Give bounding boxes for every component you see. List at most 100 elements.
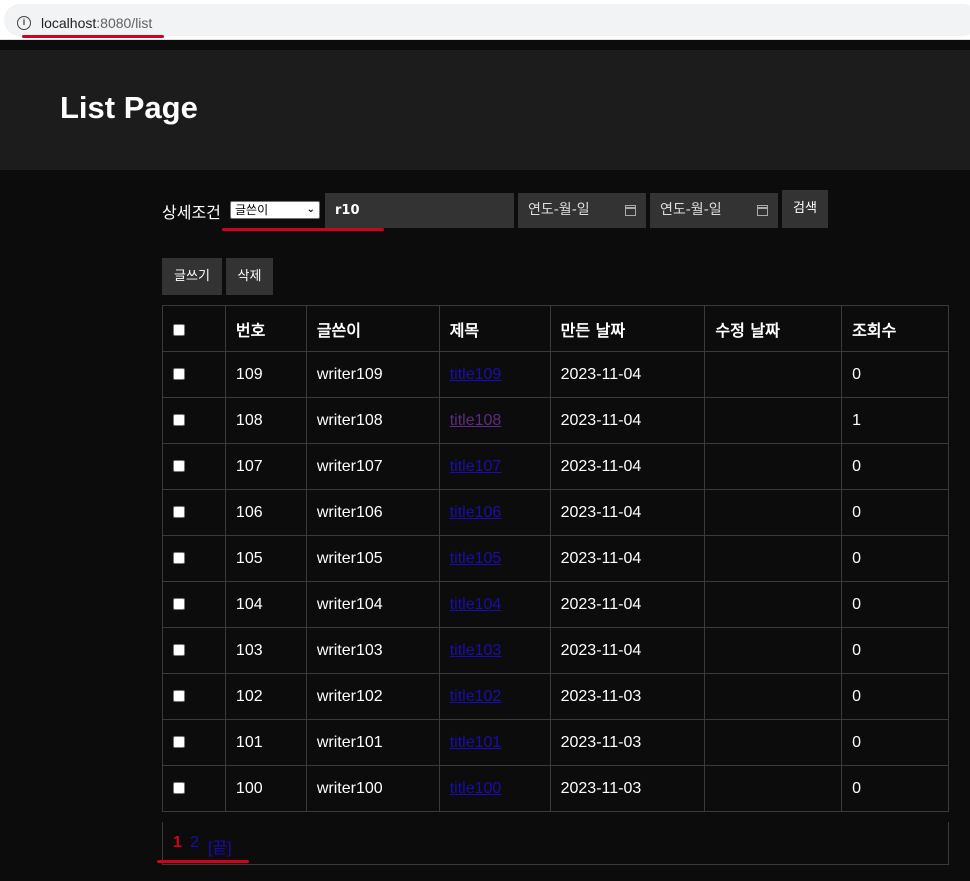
row-title-cell: title106: [438, 489, 551, 536]
row-number: 107: [224, 443, 307, 490]
row-number: 104: [224, 581, 307, 628]
table-row: 102 writer102 title102 2023-11-03 0: [162, 673, 949, 720]
row-created: 2023-11-03: [549, 719, 706, 766]
row-modified: [704, 397, 843, 444]
table-header-row: 번호 글쓴이 제목 만든 날짜 수정 날짜 조회수: [162, 305, 949, 352]
row-checkbox[interactable]: [173, 782, 185, 795]
date-from-input[interactable]: 연도-월-일: [518, 193, 646, 228]
page-2-link[interactable]: 2: [190, 834, 199, 852]
row-modified: [704, 351, 843, 398]
page-current: 1: [173, 834, 182, 851]
row-select-cell: [162, 443, 226, 490]
row-title-cell: title105: [438, 535, 551, 582]
row-created: 2023-11-03: [549, 765, 706, 812]
post-table: 번호 글쓴이 제목 만든 날짜 수정 날짜 조회수 109 writer109 ti…: [162, 305, 949, 812]
row-writer: writer109: [305, 351, 440, 398]
header-created: 만든 날짜: [549, 305, 706, 352]
search-input[interactable]: [325, 193, 514, 228]
row-number: 105: [224, 535, 307, 582]
row-title-link[interactable]: title101: [450, 734, 502, 751]
row-number: 101: [224, 719, 307, 766]
row-checkbox[interactable]: [173, 414, 185, 427]
row-created: 2023-11-03: [549, 673, 706, 720]
table-row: 101 writer101 title101 2023-11-03 0: [162, 719, 949, 766]
row-checkbox[interactable]: [173, 460, 185, 473]
row-created: 2023-11-04: [549, 627, 706, 674]
row-select-cell: [162, 535, 226, 582]
row-select-cell: [162, 397, 226, 444]
row-modified: [704, 719, 843, 766]
row-title-cell: title109: [438, 351, 551, 398]
url-text[interactable]: localhost:8080/list: [41, 15, 152, 31]
row-created: 2023-11-04: [549, 489, 706, 536]
table-row: 105 writer105 title105 2023-11-04 0: [162, 535, 949, 582]
date-from-placeholder: 연도-월-일: [528, 202, 590, 218]
row-number: 106: [224, 489, 307, 536]
address-field[interactable]: i localhost:8080/list: [4, 4, 970, 36]
row-number: 103: [224, 627, 307, 674]
row-title-link[interactable]: title108: [450, 412, 502, 429]
row-checkbox[interactable]: [173, 368, 185, 381]
row-views: 0: [841, 581, 949, 628]
table-row: 106 writer106 title106 2023-11-04 0: [162, 489, 949, 536]
row-title-cell: title100: [438, 765, 551, 812]
page-title: List Page: [60, 90, 198, 125]
row-title-link[interactable]: title106: [450, 504, 502, 521]
header-views: 조회수: [841, 305, 949, 352]
row-writer: writer104: [305, 581, 440, 628]
row-number: 108: [224, 397, 307, 444]
row-created: 2023-11-04: [549, 581, 706, 628]
row-title-link[interactable]: title103: [450, 642, 502, 659]
row-writer: writer105: [305, 535, 440, 582]
row-checkbox[interactable]: [173, 690, 185, 703]
row-modified: [704, 673, 843, 720]
delete-button[interactable]: 삭제: [226, 258, 273, 295]
search-label: 상세조건: [162, 203, 221, 222]
row-checkbox[interactable]: [173, 644, 185, 657]
row-title-cell: title104: [438, 581, 551, 628]
row-views: 0: [841, 627, 949, 674]
select-all-cell: [162, 305, 226, 352]
search-type-select[interactable]: 글쓴이 ⌄: [230, 201, 320, 219]
date-to-input[interactable]: 연도-월-일: [650, 193, 778, 228]
pagination-annotation-underline: [157, 860, 249, 863]
page-last-link[interactable]: [끝]: [208, 834, 232, 858]
write-button[interactable]: 글쓰기: [162, 258, 222, 295]
info-circle-icon[interactable]: i: [17, 16, 31, 30]
calendar-icon[interactable]: [625, 205, 636, 216]
row-writer: writer106: [305, 489, 440, 536]
select-all-checkbox[interactable]: [173, 323, 185, 336]
row-number: 100: [224, 765, 307, 812]
row-title-cell: title103: [438, 627, 551, 674]
row-title-link[interactable]: title105: [450, 550, 502, 567]
row-select-cell: [162, 489, 226, 536]
row-views: 0: [841, 351, 949, 398]
row-title-cell: title107: [438, 443, 551, 490]
row-title-link[interactable]: title107: [450, 458, 502, 475]
row-checkbox[interactable]: [173, 736, 185, 749]
row-modified: [704, 535, 843, 582]
row-modified: [704, 489, 843, 536]
header-modified: 수정 날짜: [704, 305, 843, 352]
row-title-link[interactable]: title100: [450, 780, 502, 797]
row-title-link[interactable]: title104: [450, 596, 502, 613]
row-writer: writer101: [305, 719, 440, 766]
row-checkbox[interactable]: [173, 552, 185, 565]
row-select-cell: [162, 765, 226, 812]
row-checkbox[interactable]: [173, 506, 185, 519]
row-select-cell: [162, 627, 226, 674]
row-writer: writer103: [305, 627, 440, 674]
header-number: 번호: [224, 305, 307, 352]
date-to-placeholder: 연도-월-일: [660, 202, 722, 218]
table-row: 103 writer103 title103 2023-11-04 0: [162, 627, 949, 674]
header-writer: 글쓴이: [305, 305, 440, 352]
table-row: 108 writer108 title108 2023-11-04 1: [162, 397, 949, 444]
row-title-link[interactable]: title102: [450, 688, 502, 705]
calendar-icon[interactable]: [757, 205, 768, 216]
row-title-link[interactable]: title109: [450, 366, 502, 383]
search-button[interactable]: 검색: [782, 190, 828, 228]
row-modified: [704, 443, 843, 490]
row-writer: writer107: [305, 443, 440, 490]
row-checkbox[interactable]: [173, 598, 185, 611]
header-title: 제목: [438, 305, 551, 352]
